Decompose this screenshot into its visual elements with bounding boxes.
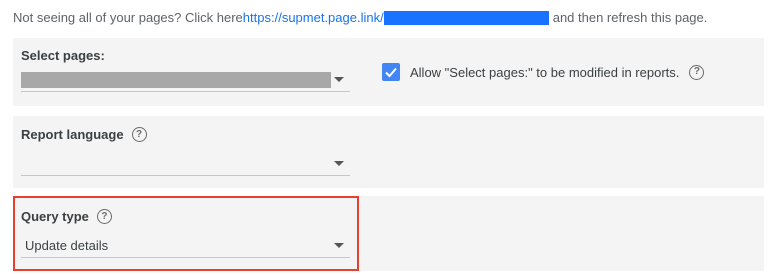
help-icon[interactable]: ? xyxy=(96,209,112,224)
query-type-label: Query type ? xyxy=(21,209,112,224)
select-pages-panel: Select pages: Allow "Select pages:" to b… xyxy=(13,38,764,106)
allow-modify-checkbox-row: Allow "Select pages:" to be modified in … xyxy=(382,63,705,81)
refresh-notice: Not seeing all of your pages? Click here… xyxy=(13,10,707,25)
check-icon xyxy=(385,67,397,78)
redacted-selected-pages xyxy=(21,72,331,88)
select-pages-label: Select pages: xyxy=(21,48,105,63)
redacted-link-part xyxy=(383,10,549,25)
query-type-dropdown[interactable]: Update details xyxy=(21,234,350,258)
select-pages-dropdown[interactable] xyxy=(21,68,350,92)
notice-suffix: and then refresh this page. xyxy=(552,10,708,25)
caret-down-icon xyxy=(334,77,344,82)
query-type-panel: Query type ? Update details xyxy=(13,196,764,271)
allow-modify-label: Allow "Select pages:" to be modified in … xyxy=(410,64,680,80)
help-icon[interactable]: ? xyxy=(689,64,705,80)
report-language-panel: Report language ? xyxy=(13,116,764,188)
query-type-value: Update details xyxy=(25,238,109,253)
supmet-link[interactable]: https://supmet.page.link/ xyxy=(243,10,384,25)
notice-prefix: Not seeing all of your pages? Click here xyxy=(13,10,243,25)
report-language-label: Report language ? xyxy=(21,127,147,142)
select-pages-label-text: Select pages: xyxy=(21,48,105,63)
help-icon[interactable]: ? xyxy=(131,127,147,142)
caret-down-icon xyxy=(334,161,344,166)
report-language-dropdown[interactable] xyxy=(21,152,350,176)
caret-down-icon xyxy=(334,243,344,248)
allow-modify-checkbox[interactable] xyxy=(382,63,400,81)
query-type-label-text: Query type xyxy=(21,209,89,224)
report-language-label-text: Report language xyxy=(21,127,124,142)
